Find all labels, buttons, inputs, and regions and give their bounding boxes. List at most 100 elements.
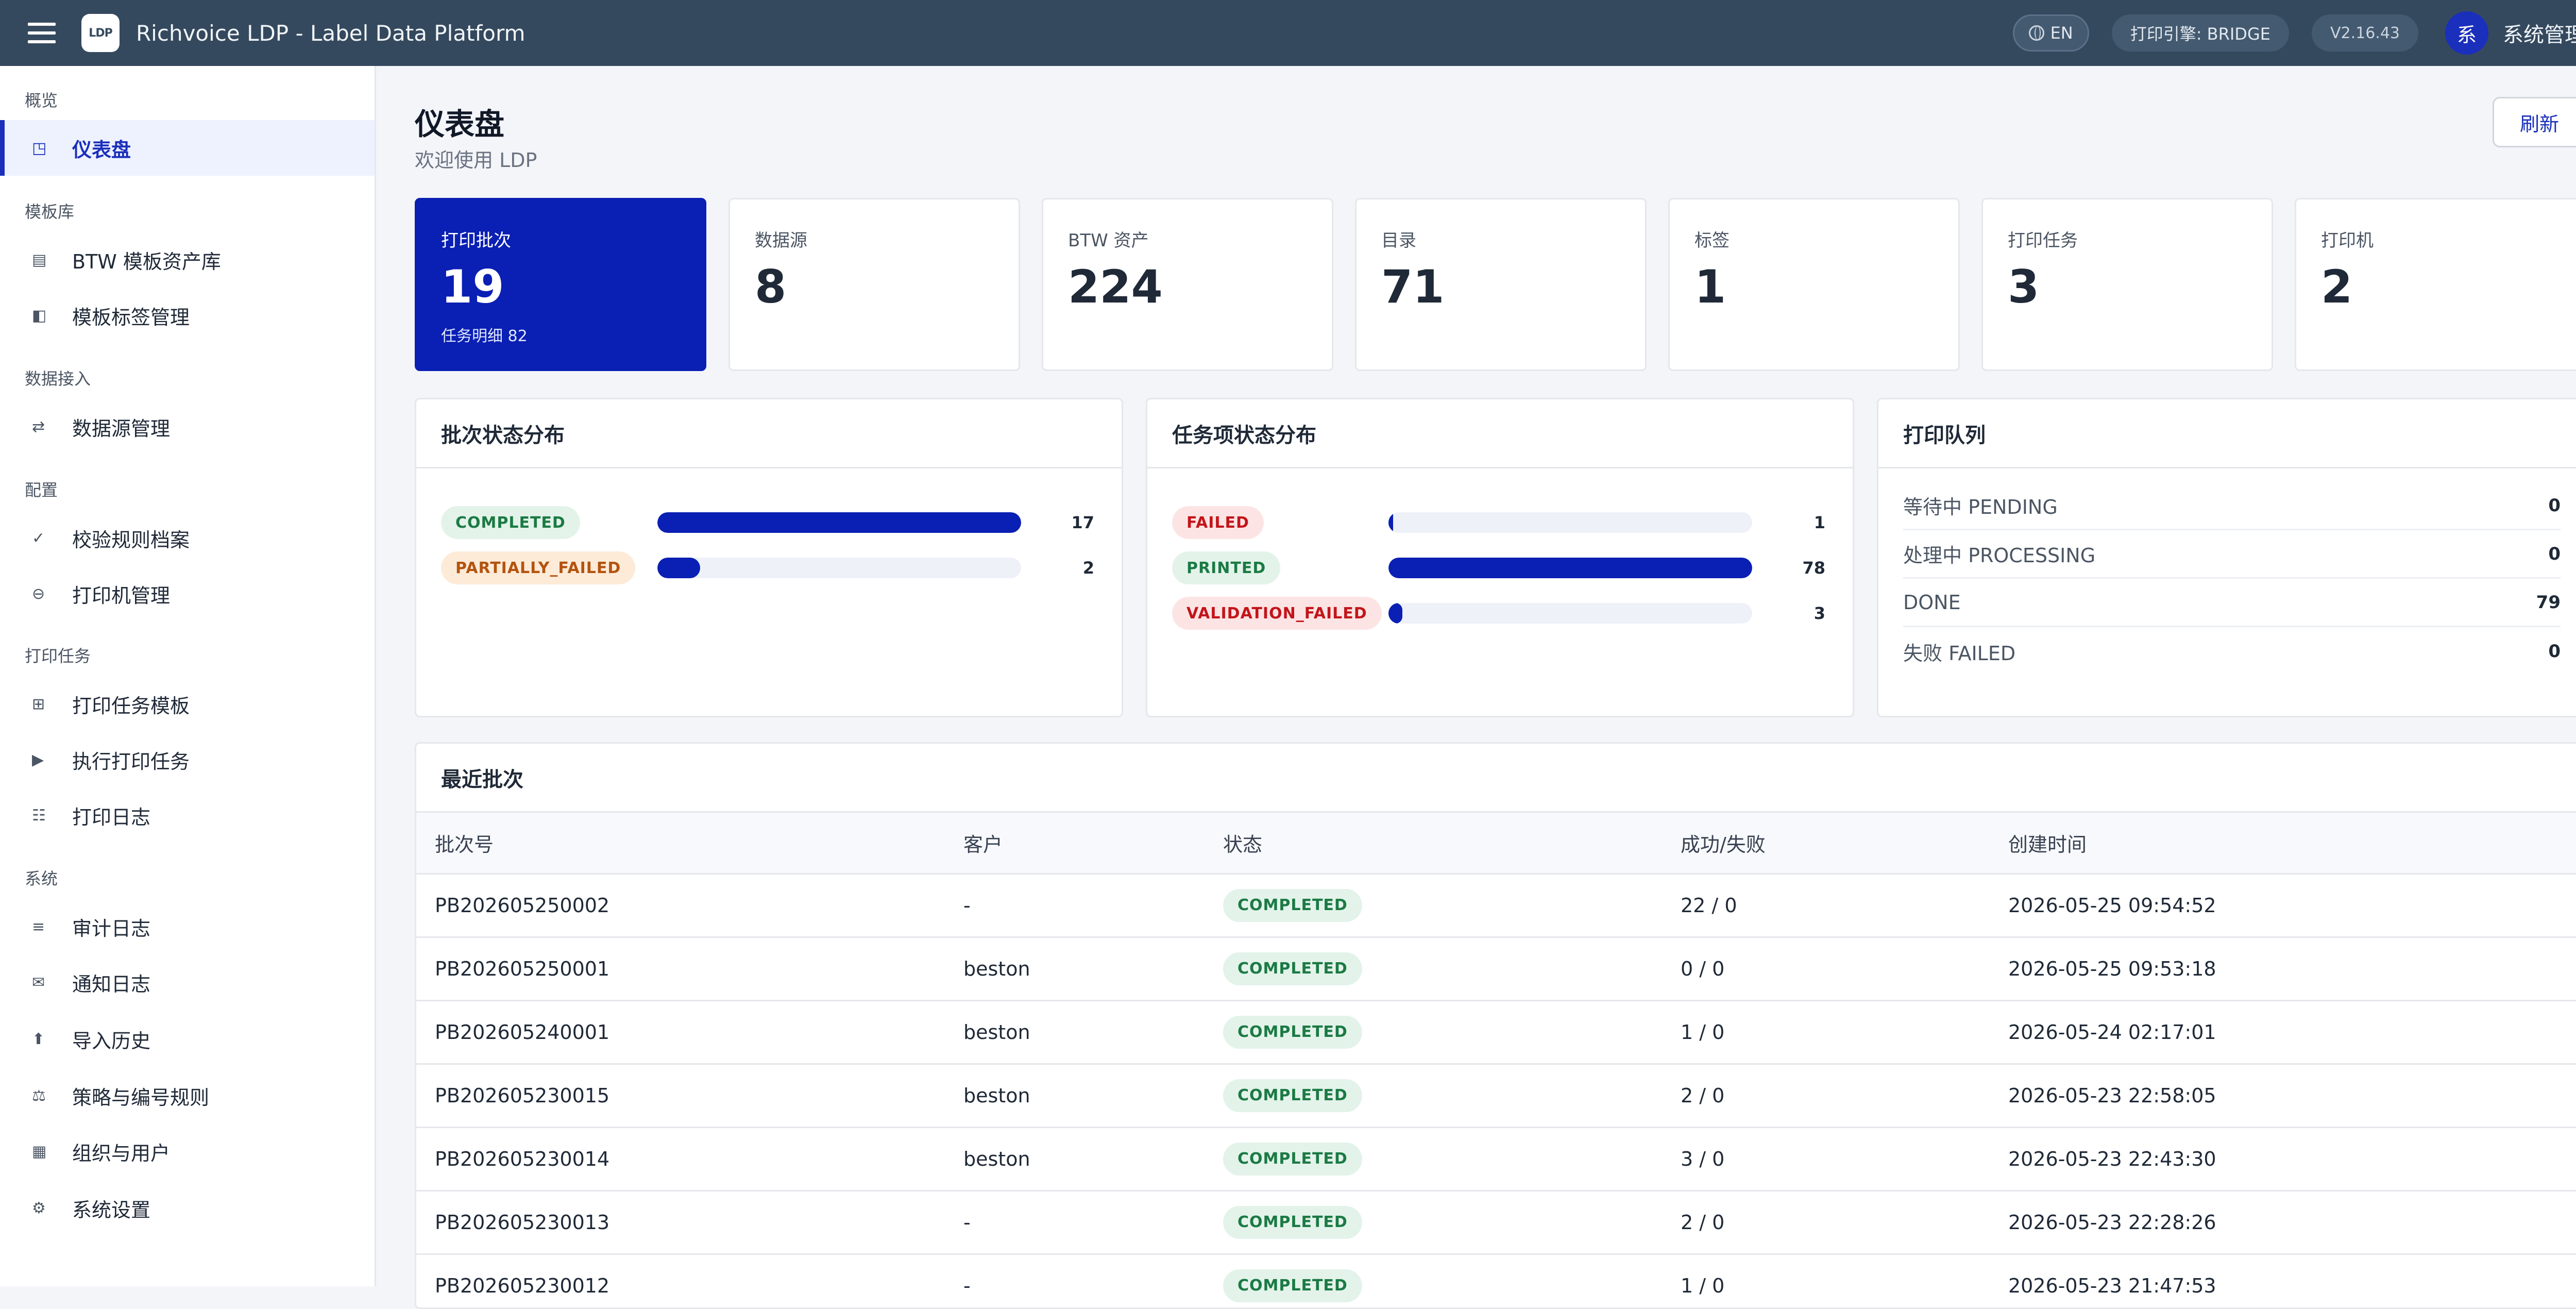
stat-card-print-tasks[interactable]: 打印任务 3 — [1981, 198, 2273, 371]
status-cell: COMPLETED — [1223, 1127, 1681, 1190]
batch-id-cell[interactable]: PB202605250001 — [416, 937, 963, 1000]
refresh-button[interactable]: 刷新 — [2493, 97, 2576, 147]
batch-id-cell[interactable]: PB202605250002 — [416, 874, 963, 937]
sidebar-item-label: 组织与用户 — [72, 1142, 171, 1165]
column-header: 状态 — [1223, 833, 1263, 856]
nav-group-overview: 概览 — [25, 91, 58, 110]
check-icon: ✓ — [32, 529, 45, 547]
sidebar-item-print-log[interactable]: ☷ 打印日志 — [0, 787, 375, 843]
status-badge: COMPLETED — [1223, 888, 1362, 922]
sidebar-item-printers[interactable]: ⊖ 打印机管理 — [0, 566, 375, 622]
stat-label: 打印机 — [2321, 230, 2374, 251]
sidebar-item-label: 执行打印任务 — [72, 750, 190, 773]
sidebar-item-org-users[interactable]: ▦ 组织与用户 — [0, 1123, 375, 1179]
stat-value: 1 — [1694, 260, 1726, 313]
dist-row: PARTIALLY_FAILED 2 — [441, 551, 1094, 585]
queue-value: 0 — [2548, 543, 2561, 564]
grid-icon: ⊞ — [32, 695, 45, 713]
status-badge: PARTIALLY_FAILED — [441, 551, 636, 584]
status-badge: COMPLETED — [1223, 952, 1362, 985]
template-library-icon: ▤ — [32, 250, 47, 269]
customer-cell: - — [963, 1274, 971, 1297]
print-queue-panel: 打印队列 等待中 PENDING 0 处理中 PROCESSING 0 DONE… — [1877, 398, 2576, 717]
status-badge: COMPLETED — [1223, 1205, 1362, 1239]
table-row[interactable]: PB202605250001 beston COMPLETED 0 / 0 20… — [416, 937, 2576, 1000]
sidebar-item-btw-library[interactable]: ▤ BTW 模板资产库 — [0, 232, 375, 288]
nav-group-templates: 模板库 — [25, 202, 75, 222]
customer-cell: - — [963, 894, 971, 917]
stat-subtext: 任务明细 82 — [441, 327, 528, 345]
panel-title: 任务项状态分布 — [1147, 399, 1853, 468]
mail-icon: ✉ — [32, 973, 45, 992]
status-badge: COMPLETED — [1223, 1269, 1362, 1302]
batch-id-cell[interactable]: PB202605240001 — [416, 1000, 963, 1064]
status-badge: FAILED — [1172, 506, 1264, 539]
sidebar-item-datasources[interactable]: ⇄ 数据源管理 — [0, 399, 375, 455]
stat-value: 71 — [1381, 260, 1445, 313]
status-count: 78 — [1802, 558, 1825, 578]
batch-id-cell[interactable]: PB202605230015 — [416, 1064, 963, 1127]
sidebar-item-notify-log[interactable]: ✉ 通知日志 — [0, 954, 375, 1010]
nav-group-config: 配置 — [25, 480, 58, 500]
dashboard-icon: ◳ — [32, 139, 47, 157]
stat-card-datasources[interactable]: 数据源 8 — [728, 198, 1020, 371]
sidebar-item-validation-rules[interactable]: ✓ 校验规则档案 — [0, 510, 375, 566]
status-badge: COMPLETED — [1223, 1079, 1362, 1112]
progress-fill — [657, 558, 701, 578]
sidebar-item-run-print[interactable]: ▶ 执行打印任务 — [0, 732, 375, 787]
upload-icon: ⬆ — [32, 1030, 45, 1048]
stat-value: 8 — [755, 260, 787, 313]
avatar[interactable]: 系 — [2445, 11, 2488, 55]
queue-row: 处理中 PROCESSING 0 — [1903, 530, 2561, 579]
sidebar: 概览 ◳ 仪表盘 模板库 ▤ BTW 模板资产库 ◧ 模板标签管理 数据接入 ⇄… — [0, 66, 376, 1286]
building-icon: ▦ — [32, 1142, 47, 1161]
stat-label: 标签 — [1694, 230, 1730, 251]
stat-label: 目录 — [1381, 230, 1416, 251]
sidebar-item-template-tags[interactable]: ◧ 模板标签管理 — [0, 288, 375, 343]
sidebar-item-policy-rules[interactable]: ⚖ 策略与编号规则 — [0, 1068, 375, 1123]
status-count: 2 — [1082, 558, 1094, 578]
table-row[interactable]: PB202605230014 beston COMPLETED 3 / 0 20… — [416, 1127, 2576, 1190]
stat-value: 224 — [1068, 260, 1163, 313]
dist-row: COMPLETED 17 — [441, 506, 1094, 540]
stat-card-print-batches[interactable]: 打印批次 19 任务明细 82 — [415, 198, 706, 371]
language-switch-button[interactable]: EN — [2012, 14, 2089, 52]
success-fail-cell: 22 / 0 — [1681, 894, 1737, 917]
column-header: 创建时间 — [2008, 833, 2087, 856]
sidebar-item-settings[interactable]: ⚙ 系统设置 — [0, 1180, 375, 1236]
menu-toggle-icon[interactable] — [28, 23, 56, 43]
stat-card-printers[interactable]: 打印机 2 — [2295, 198, 2576, 371]
stat-card-btw-assets[interactable]: BTW 资产 224 — [1042, 198, 1333, 371]
print-engine-badge: 打印引擎: BRIDGE — [2111, 14, 2289, 52]
batch-id-cell[interactable]: PB202605230014 — [416, 1127, 963, 1190]
printer-icon: ⊖ — [32, 584, 45, 603]
batch-id-cell[interactable]: PB202605230012 — [416, 1254, 963, 1307]
queue-row: 失败 FAILED 0 — [1903, 627, 2561, 676]
nav-group-system: 系统 — [25, 869, 58, 888]
stat-value: 3 — [2008, 260, 2040, 313]
table-row[interactable]: PB202605230013 - COMPLETED 2 / 0 2026-05… — [416, 1190, 2576, 1254]
created-time-cell: 2026-05-25 09:53:18 — [2008, 957, 2216, 980]
column-header: 客户 — [963, 833, 1003, 856]
table-row[interactable]: PB202605230012 - COMPLETED 1 / 0 2026-05… — [416, 1254, 2576, 1307]
sidebar-item-dashboard[interactable]: ◳ 仪表盘 — [0, 120, 375, 176]
stat-card-labels[interactable]: 标签 1 — [1668, 198, 1960, 371]
stat-card-directories[interactable]: 目录 71 — [1355, 198, 1647, 371]
sidebar-item-import-history[interactable]: ⬆ 导入历史 — [0, 1011, 375, 1067]
status-count: 17 — [1071, 513, 1094, 532]
sidebar-item-task-templates[interactable]: ⊞ 打印任务模板 — [0, 676, 375, 732]
user-name[interactable]: 系统管理员 — [2503, 18, 2576, 48]
progress-fill — [1388, 558, 1752, 578]
table-row[interactable]: PB202605250002 - COMPLETED 22 / 0 2026-0… — [416, 874, 2576, 937]
status-count: 1 — [1814, 513, 1825, 532]
customer-cell: beston — [963, 957, 1030, 980]
queue-label: 失败 FAILED — [1903, 642, 2016, 665]
sidebar-item-audit-log[interactable]: ≡ 审计日志 — [0, 899, 375, 954]
queue-value: 0 — [2548, 495, 2561, 516]
sidebar-item-label: BTW 模板资产库 — [72, 250, 221, 273]
play-icon: ▶ — [32, 750, 44, 769]
table-row[interactable]: PB202605240001 beston COMPLETED 1 / 0 20… — [416, 1000, 2576, 1064]
recent-batches-panel: 最近批次 批次号 客户 状态 成功/失败 创建时间 PB202605250002… — [415, 742, 2576, 1309]
batch-id-cell[interactable]: PB202605230013 — [416, 1190, 963, 1254]
table-row[interactable]: PB202605230015 beston COMPLETED 2 / 0 20… — [416, 1064, 2576, 1127]
